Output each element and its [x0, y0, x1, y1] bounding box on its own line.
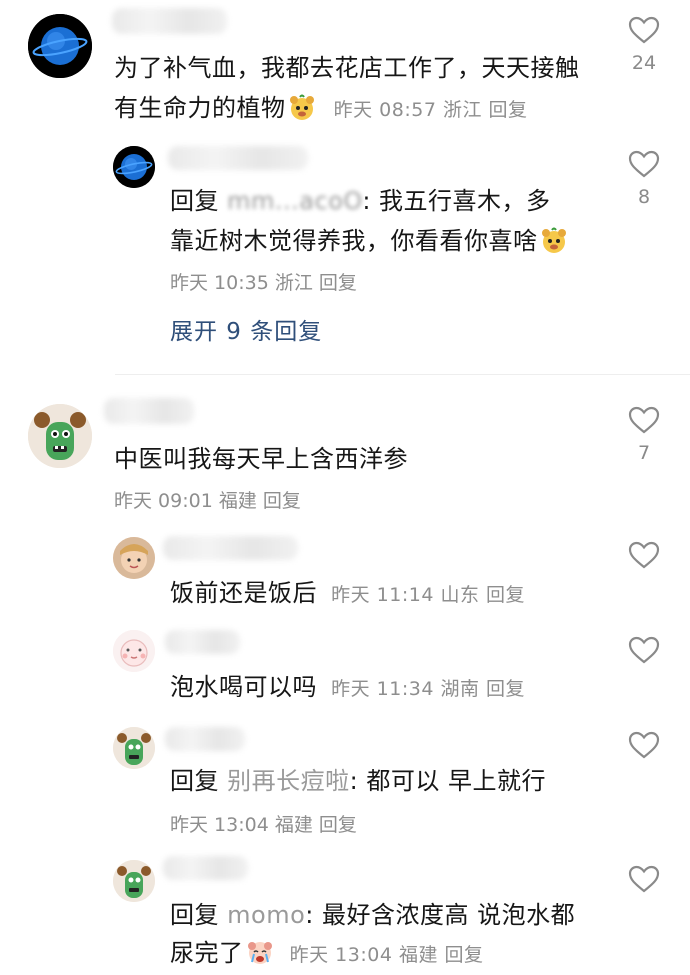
like-button[interactable] [604, 731, 684, 759]
reply-text-part: : 我五行喜木，多 [362, 187, 551, 215]
comment-text-part: 有生命力的植物 [114, 94, 286, 122]
like-button[interactable]: 8 [604, 150, 684, 208]
mention-link[interactable]: 别再长痘啦 [227, 767, 350, 795]
like-count: 24 [631, 52, 657, 74]
comment-text: 中医叫我每天早上含西洋参 [114, 445, 408, 473]
heart-icon[interactable] [628, 541, 660, 569]
heart-icon[interactable] [628, 865, 660, 893]
monster-avatar-icon [113, 860, 155, 902]
reply-meta: 昨天 13:04 福建 回复 [170, 810, 357, 837]
like-count: 7 [637, 442, 651, 464]
heart-icon[interactable] [628, 16, 660, 44]
avatar[interactable] [113, 727, 155, 769]
reply-prefix: 回复 [170, 901, 219, 929]
avatar[interactable] [113, 537, 155, 579]
reply-text: 饭前还是饭后 昨天 11:14 山东 回复 [170, 574, 525, 614]
reply-meta: 昨天 11:34 湖南 回复 [331, 678, 525, 700]
reply-text: 泡水喝可以吗 昨天 11:34 湖南 回复 [170, 668, 525, 708]
reply-button[interactable]: 回复 [445, 944, 484, 966]
crying-face-emoji-icon [247, 942, 272, 964]
reply-button[interactable]: 回复 [319, 814, 357, 836]
timestamp: 昨天 08:57 [333, 99, 437, 121]
username-blurred[interactable] [163, 856, 248, 880]
reply-meta: 昨天 10:35 浙江 回复 [170, 268, 357, 295]
heart-icon[interactable] [628, 150, 660, 178]
heart-icon[interactable] [628, 731, 660, 759]
reply-text-part: 尿完了 [170, 939, 244, 967]
reply-button[interactable]: 回复 [486, 678, 525, 700]
reply-text: 回复 momo: 最好含浓度高 说泡水都 [170, 896, 575, 934]
divider [115, 374, 690, 375]
avatar[interactable] [28, 404, 92, 468]
timestamp: 昨天 13:04 [170, 814, 269, 836]
reply-meta: 昨天 13:04 福建 回复 [290, 944, 484, 966]
reply-button[interactable]: 回复 [263, 490, 301, 512]
reply-text: 回复 别再长痘啦: 都可以 早上就行 [170, 762, 546, 800]
reply-text-part: 饭前还是饭后 [170, 579, 317, 607]
comment-text-line2: 有生命力的植物 昨天 08:57 浙江 回复 [114, 89, 528, 129]
location: 湖南 [440, 678, 480, 700]
reply-button[interactable]: 回复 [486, 584, 525, 606]
timestamp: 昨天 13:04 [289, 944, 393, 966]
location: 福建 [274, 814, 313, 836]
reply-text: 回复 mm...acoO: 我五行喜木，多 [170, 182, 551, 220]
like-button[interactable]: 24 [604, 16, 684, 74]
avatar[interactable] [113, 146, 155, 188]
location: 浙江 [274, 272, 313, 294]
username-blurred[interactable] [165, 727, 245, 751]
reply-text-part: 靠近树木觉得养我，你看看你喜啥 [170, 227, 538, 255]
location: 山东 [440, 584, 480, 606]
timestamp: 昨天 09:01 [114, 490, 213, 512]
reply-prefix: 回复 [170, 187, 219, 215]
planet-avatar-icon [113, 146, 155, 188]
comment-text: 为了补气血，我都去花店工作了，天天接触 [114, 54, 580, 82]
heart-icon[interactable] [628, 406, 660, 434]
username-blurred[interactable] [168, 146, 308, 170]
heart-icon[interactable] [628, 636, 660, 664]
reply-text-part: : 都可以 早上就行 [349, 767, 546, 795]
monster-avatar-icon [113, 727, 155, 769]
reply-button[interactable]: 回复 [489, 99, 528, 121]
reply-button[interactable]: 回复 [319, 272, 357, 294]
like-button[interactable]: 7 [604, 406, 684, 464]
reply-meta: 昨天 11:14 山东 回复 [331, 584, 525, 606]
location: 浙江 [442, 99, 482, 121]
timestamp: 昨天 10:35 [170, 272, 269, 294]
comment-meta: 昨天 08:57 浙江 回复 [334, 99, 528, 121]
like-button[interactable] [604, 865, 684, 893]
expand-replies-button[interactable]: 展开 9 条回复 [170, 312, 322, 346]
location: 福建 [218, 490, 257, 512]
timestamp: 昨天 11:34 [331, 678, 434, 700]
location: 福建 [398, 944, 438, 966]
mention-link[interactable]: mm...acoO [227, 187, 362, 215]
like-button[interactable] [604, 541, 684, 569]
username-blurred[interactable] [104, 398, 194, 424]
like-count: 8 [637, 186, 651, 208]
mention-link[interactable]: momo [227, 901, 305, 929]
comment-meta: 昨天 09:01 福建 回复 [114, 486, 301, 513]
reply-text-part: 泡水喝可以吗 [170, 673, 317, 701]
username-blurred[interactable] [163, 536, 298, 560]
timestamp: 昨天 11:14 [331, 584, 434, 606]
cartoon-avatar-icon [113, 630, 155, 672]
reply-text-line2: 尿完了 昨天 13:04 福建 回复 [170, 934, 484, 974]
reply-text-part: : 最好含浓度高 说泡水都 [305, 901, 576, 929]
reply-text-line2: 靠近树木觉得养我，你看看你喜啥 [170, 222, 570, 260]
monster-avatar-icon [28, 404, 92, 468]
avatar[interactable] [113, 860, 155, 902]
avatar[interactable] [28, 14, 92, 78]
username-blurred[interactable] [112, 8, 227, 34]
like-button[interactable] [604, 636, 684, 664]
reply-prefix: 回复 [170, 767, 219, 795]
bear-face-emoji-icon [289, 94, 314, 120]
bear-face-emoji-icon [541, 227, 566, 253]
planet-avatar-icon [28, 14, 92, 78]
avatar[interactable] [113, 630, 155, 672]
username-blurred[interactable] [165, 630, 240, 654]
photo-avatar-icon [113, 537, 155, 579]
